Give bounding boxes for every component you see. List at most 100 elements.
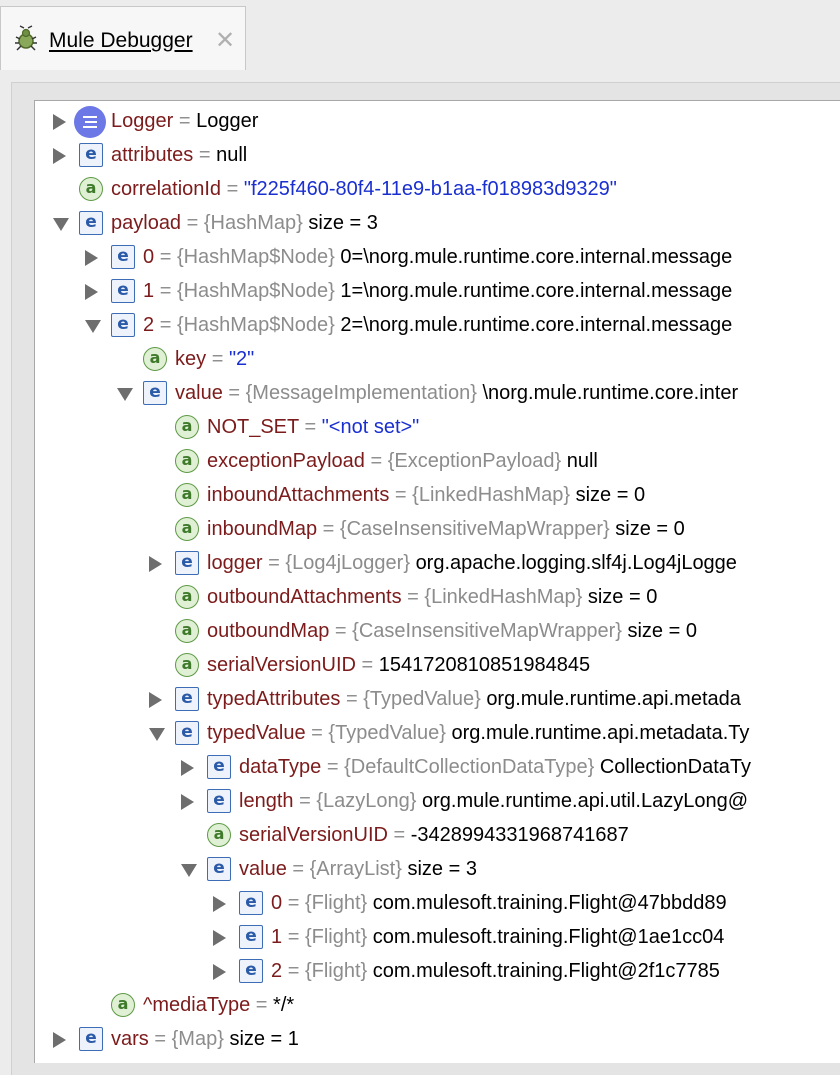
variable-name: vars bbox=[111, 1028, 149, 1050]
tree-row[interactable]: a inboundMap = {CaseInsensitiveMapWrapper… bbox=[35, 512, 840, 546]
tree-row[interactable]: e payload = {HashMap} size = 3 bbox=[35, 206, 840, 240]
variable-value: Logger bbox=[196, 110, 259, 132]
tree-row[interactable]: e1 = {HashMap$Node} 1=\norg.mule.runtime… bbox=[35, 274, 840, 308]
close-icon[interactable]: ✕ bbox=[215, 29, 235, 53]
equals-sign: = bbox=[186, 212, 199, 234]
field-a-icon: a bbox=[111, 993, 135, 1017]
equals-sign: = bbox=[322, 518, 335, 540]
expand-arrow-down-icon[interactable] bbox=[149, 728, 165, 741]
equals-sign: = bbox=[198, 144, 211, 166]
field-e-icon: e bbox=[111, 313, 135, 337]
expand-arrow-down-icon[interactable] bbox=[53, 218, 69, 231]
tree-row[interactable]: e logger = {Log4jLogger} org.apache.loggi… bbox=[35, 546, 840, 580]
tree-row[interactable]: e1 = {Flight} com.mulesoft.training.Flig… bbox=[35, 920, 840, 954]
variable-name: Logger bbox=[111, 110, 174, 132]
variable-name: 1 bbox=[143, 280, 155, 302]
tree-row[interactable]: e0 = {HashMap$Node} 0=\norg.mule.runtime… bbox=[35, 240, 840, 274]
tree-row[interactable]: e2 = {Flight} com.mulesoft.training.Flig… bbox=[35, 954, 840, 988]
tree-row-text: vars = {Map} size = 1 bbox=[111, 1028, 299, 1050]
expand-arrow-right-icon[interactable] bbox=[213, 896, 226, 912]
variable-name: exceptionPayload bbox=[207, 450, 365, 472]
tree-row[interactable]: Logger = Logger bbox=[35, 104, 840, 138]
tree-row[interactable]: e value = {ArrayList} size = 3 bbox=[35, 852, 840, 886]
expand-arrow-right-icon[interactable] bbox=[181, 760, 194, 776]
tree-row[interactable]: e length = {LazyLong} org.mule.runtime.ap… bbox=[35, 784, 840, 818]
variable-name: payload bbox=[111, 212, 182, 234]
variable-type: {CaseInsensitiveMapWrapper} bbox=[352, 620, 622, 642]
tree-row-text: serialVersionUID = 1541720810851984845 bbox=[207, 654, 590, 676]
tree-row[interactable]: e attributes = null bbox=[35, 138, 840, 172]
field-e-icon: e bbox=[111, 279, 135, 303]
tree-row-text: typedAttributes = {TypedValue} org.mule.… bbox=[207, 688, 741, 710]
tab-mule-debugger[interactable]: Mule Debugger ✕ bbox=[0, 6, 246, 70]
expand-arrow-right-icon[interactable] bbox=[213, 930, 226, 946]
variables-tree[interactable]: Logger = Logger e attributes = null a correl… bbox=[34, 100, 840, 1063]
expand-arrow-right-icon[interactable] bbox=[149, 692, 162, 708]
tree-row[interactable]: e typedAttributes = {TypedValue} org.mule… bbox=[35, 682, 840, 716]
variable-value: null bbox=[216, 144, 248, 166]
tree-row-text: attributes = null bbox=[111, 144, 247, 166]
tree-row[interactable]: a outboundAttachments = {LinkedHashMap} s… bbox=[35, 580, 840, 614]
tree-row[interactable]: a serialVersionUID = -3428994331968741687 bbox=[35, 818, 840, 852]
variable-value: com.mulesoft.training.Flight@2f1c7785 bbox=[372, 960, 720, 982]
tree-row[interactable]: a inboundAttachments = {LinkedHashMap} si… bbox=[35, 478, 840, 512]
variable-name: dataType bbox=[239, 756, 322, 778]
tree-row[interactable]: a serialVersionUID = 1541720810851984845 bbox=[35, 648, 840, 682]
expand-arrow-down-icon[interactable] bbox=[181, 864, 197, 877]
tree-row[interactable]: e value = {MessageImplementation} \norg.m… bbox=[35, 376, 840, 410]
variable-type: {MessageImplementation} bbox=[245, 382, 477, 404]
tree-row-text: logger = {Log4jLogger} org.apache.loggin… bbox=[207, 552, 737, 574]
tree-row-text: typedValue = {TypedValue} org.mule.runti… bbox=[207, 722, 749, 744]
variable-value: size = 3 bbox=[407, 858, 477, 880]
tree-row-text: correlationId = "f225f460-80f4-11e9-b1aa… bbox=[111, 178, 617, 200]
variable-type: {TypedValue} bbox=[328, 722, 446, 744]
expand-arrow-down-icon[interactable] bbox=[85, 320, 101, 333]
expand-arrow-down-icon[interactable] bbox=[117, 388, 133, 401]
tree-row-text: 0 = {Flight} com.mulesoft.training.Fligh… bbox=[271, 892, 727, 914]
tree-row[interactable]: e vars = {Map} size = 1 bbox=[35, 1022, 840, 1056]
variable-type: {Flight} bbox=[304, 960, 368, 982]
variable-type: {TypedValue} bbox=[363, 688, 481, 710]
tree-row[interactable]: e0 = {Flight} com.mulesoft.training.Flig… bbox=[35, 886, 840, 920]
tree-row[interactable]: a ^mediaType = */* bbox=[35, 988, 840, 1022]
equals-sign: = bbox=[226, 178, 239, 200]
expand-arrow-right-icon[interactable] bbox=[53, 148, 66, 164]
variable-value: size = 0 bbox=[575, 484, 646, 506]
equals-sign: = bbox=[334, 620, 347, 642]
tree-row-text: Logger = Logger bbox=[111, 110, 258, 132]
expand-arrow-right-icon[interactable] bbox=[149, 556, 162, 572]
variable-type: {HashMap$Node} bbox=[176, 246, 335, 268]
variable-value: org.mule.runtime.api.metada bbox=[486, 688, 741, 710]
equals-sign: = bbox=[287, 892, 300, 914]
variable-type: {HashMap} bbox=[203, 212, 303, 234]
expand-arrow-right-icon[interactable] bbox=[53, 1032, 66, 1048]
field-a-icon: a bbox=[79, 177, 103, 201]
tree-row[interactable]: a exceptionPayload = {ExceptionPayload} n… bbox=[35, 444, 840, 478]
variable-value: "<not set>" bbox=[321, 416, 420, 438]
variable-value: 1=\norg.mule.runtime.core.internal.messa… bbox=[340, 280, 733, 302]
field-e-icon: e bbox=[175, 721, 199, 745]
variable-type: {LazyLong} bbox=[316, 790, 417, 812]
expand-arrow-right-icon[interactable] bbox=[53, 114, 66, 130]
equals-sign: = bbox=[326, 756, 339, 778]
tree-row[interactable]: e2 = {HashMap$Node} 2=\norg.mule.runtime… bbox=[35, 308, 840, 342]
tree-row-text: 1 = {Flight} com.mulesoft.training.Fligh… bbox=[271, 926, 724, 948]
tree-row[interactable]: a NOT_SET = "<not set>" bbox=[35, 410, 840, 444]
variable-name: typedValue bbox=[207, 722, 306, 744]
variable-value: size = 0 bbox=[587, 586, 658, 608]
variable-name: outboundAttachments bbox=[207, 586, 402, 608]
field-e-icon: e bbox=[79, 211, 103, 235]
tree-row-text: outboundMap = {CaseInsensitiveMapWrapper… bbox=[207, 620, 697, 642]
tree-row[interactable]: e dataType = {DefaultCollectionDataType} … bbox=[35, 750, 840, 784]
tree-row[interactable]: a key = "2" bbox=[35, 342, 840, 376]
expand-arrow-right-icon[interactable] bbox=[213, 964, 226, 980]
expand-arrow-right-icon[interactable] bbox=[181, 794, 194, 810]
variable-type: {ArrayList} bbox=[309, 858, 402, 880]
expand-arrow-right-icon[interactable] bbox=[85, 284, 98, 300]
equals-sign: = bbox=[393, 824, 406, 846]
tree-row[interactable]: a correlationId = "f225f460-80f4-11e9-b1a… bbox=[35, 172, 840, 206]
expand-arrow-right-icon[interactable] bbox=[85, 250, 98, 266]
tree-row[interactable]: a outboundMap = {CaseInsensitiveMapWrappe… bbox=[35, 614, 840, 648]
tree-row[interactable]: e typedValue = {TypedValue} org.mule.runt… bbox=[35, 716, 840, 750]
variable-value: size = 3 bbox=[308, 212, 378, 234]
